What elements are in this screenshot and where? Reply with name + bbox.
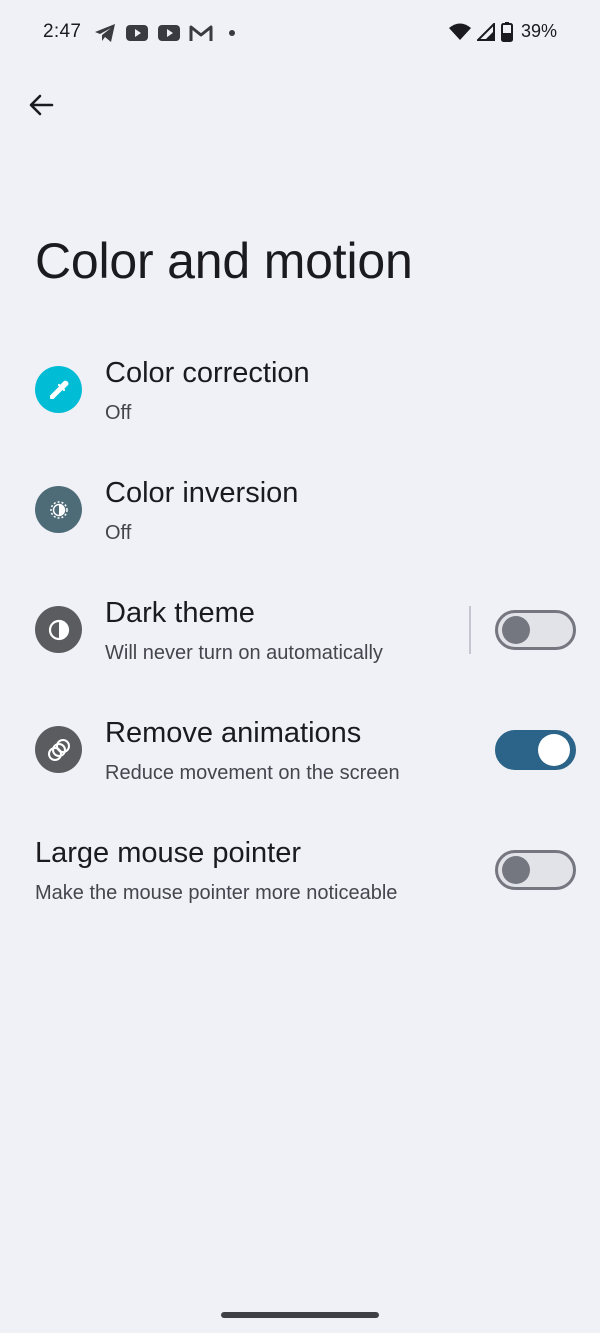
page-title: Color and motion [35, 233, 413, 289]
color-inversion-item[interactable]: Color inversion Off [0, 450, 600, 570]
remove-animations-item[interactable]: Remove animations Reduce movement on the… [0, 690, 600, 810]
youtube-icon [125, 24, 149, 42]
status-time: 2:47 [43, 21, 82, 42]
notification-icons [93, 22, 235, 44]
switch-thumb [502, 856, 530, 884]
remove-animations-switch[interactable] [495, 730, 576, 770]
color-inversion-title: Color inversion [105, 477, 299, 509]
large-mouse-pointer-switch[interactable] [495, 850, 576, 890]
status-bar: 2:47 39% [0, 0, 600, 66]
color-correction-summary: Off [105, 402, 132, 424]
battery-icon [500, 21, 513, 42]
large-mouse-pointer-summary: Make the mouse pointer more noticeable [35, 882, 398, 904]
dark-theme-switch[interactable] [495, 610, 576, 650]
telegram-icon [93, 22, 117, 44]
system-icons: 39% [448, 21, 557, 42]
color-correction-title: Color correction [105, 357, 310, 389]
remove-animations-summary: Reduce movement on the screen [105, 762, 400, 784]
cellular-signal-icon [476, 22, 495, 41]
navigation-handle[interactable] [221, 1312, 379, 1318]
wifi-icon [448, 23, 471, 41]
color-inversion-summary: Off [105, 522, 132, 544]
switch-thumb [502, 616, 530, 644]
switch-thumb [538, 734, 570, 766]
battery-percentage: 39% [520, 21, 557, 41]
remove-animations-title: Remove animations [105, 717, 362, 749]
color-inversion-icon [35, 486, 82, 533]
back-button[interactable] [20, 86, 62, 128]
youtube-icon [157, 24, 181, 42]
color-correction-item[interactable]: Color correction Off [0, 330, 600, 450]
eyedropper-icon [35, 366, 82, 413]
arrow-back-icon [27, 91, 55, 124]
contrast-icon [35, 606, 82, 653]
dark-theme-item[interactable]: Dark theme Will never turn on automatica… [0, 570, 600, 690]
animation-icon [35, 726, 82, 773]
dark-theme-title: Dark theme [105, 597, 255, 629]
large-mouse-pointer-title: Large mouse pointer [35, 837, 301, 869]
dot-icon [229, 30, 235, 36]
divider [469, 606, 471, 654]
gmail-icon [189, 24, 213, 42]
dark-theme-summary: Will never turn on automatically [105, 642, 383, 664]
large-mouse-pointer-item[interactable]: Large mouse pointer Make the mouse point… [0, 810, 600, 930]
